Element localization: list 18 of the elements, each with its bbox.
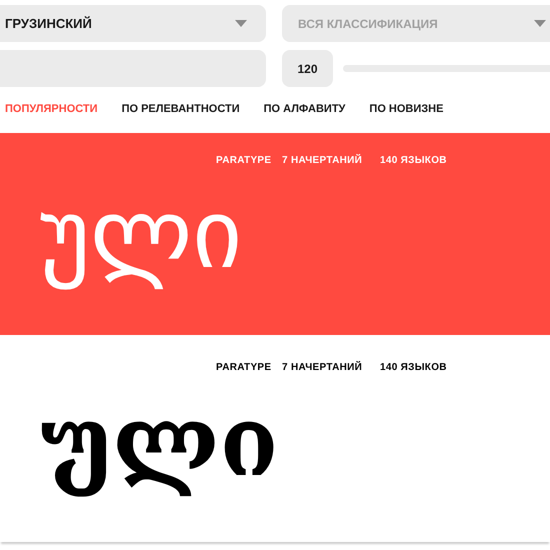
font-card[interactable]: PARATYPE 7 НАЧЕРТАНИЙ 140 ЯЗЫКОВ ული xyxy=(0,340,550,542)
caret-icon xyxy=(235,20,247,27)
sort-tab[interactable]: ПО НОВИЗНЕ xyxy=(369,100,444,118)
languages-count: 140 ЯЗЫКОВ xyxy=(380,361,447,375)
sort-tab[interactable]: ПО РЕЛЕВАНТНОСТИ xyxy=(122,100,240,118)
font-sample: ული xyxy=(40,389,279,495)
foundry-label: PARATYPE xyxy=(216,361,272,375)
foundry-label: PARATYPE xyxy=(216,154,272,168)
caret-icon xyxy=(534,20,546,27)
languages-count: 140 ЯЗЫКОВ xyxy=(380,154,447,168)
language-dropdown[interactable]: ГРУЗИНСКИЙ xyxy=(0,5,266,42)
sort-tab[interactable]: ПО АЛФАВИТУ xyxy=(264,100,346,118)
styles-count: 7 НАЧЕРТАНИЙ xyxy=(282,360,364,375)
size-field[interactable]: 120 xyxy=(282,50,333,87)
classification-placeholder: ВСЯ КЛАССИФИКАЦИЯ xyxy=(298,16,438,32)
styles-count: 7 НАЧЕРТАНИЙ xyxy=(282,153,364,168)
font-sample: ული xyxy=(40,182,242,288)
language-value: ГРУЗИНСКИЙ xyxy=(5,14,92,33)
